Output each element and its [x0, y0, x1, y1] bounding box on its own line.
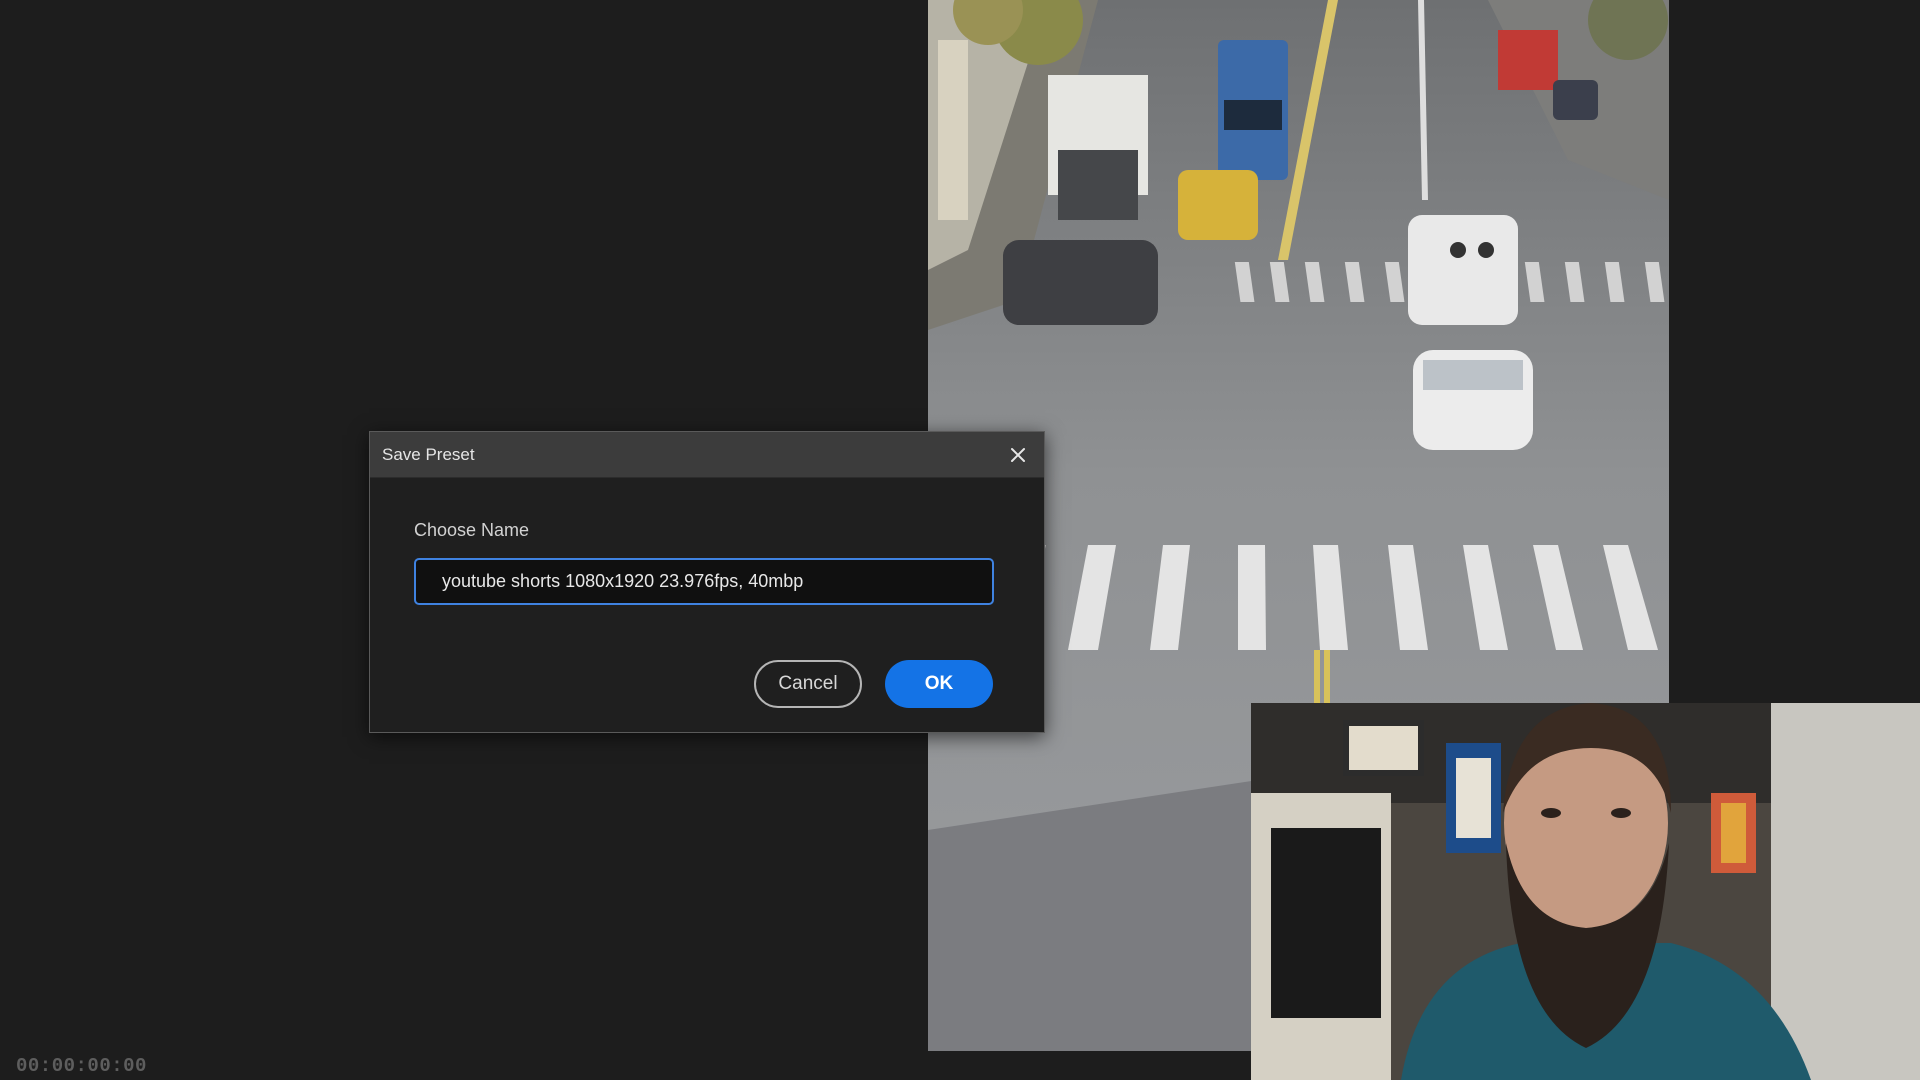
close-button[interactable] — [1004, 441, 1032, 469]
dialog-actions: Cancel OK — [754, 660, 993, 708]
save-preset-dialog: Save Preset Choose Name Cancel OK — [369, 431, 1045, 733]
cancel-button[interactable]: Cancel — [754, 660, 862, 708]
premiere-workspace: 00:00:00:00 Save Preset Choose Name Canc… — [0, 0, 1920, 1080]
choose-name-label: Choose Name — [414, 520, 530, 540]
timecode-display: 00:00:00:00 — [16, 1055, 147, 1077]
ok-button[interactable]: OK — [885, 660, 993, 708]
webcam-overlay — [1251, 703, 1920, 1080]
dialog-title: Save Preset — [382, 444, 475, 464]
close-icon — [1011, 447, 1025, 462]
dialog-titlebar: Save Preset — [370, 432, 1044, 478]
preset-name-input[interactable] — [414, 558, 994, 605]
dialog-body: Choose Name — [370, 520, 1044, 605]
